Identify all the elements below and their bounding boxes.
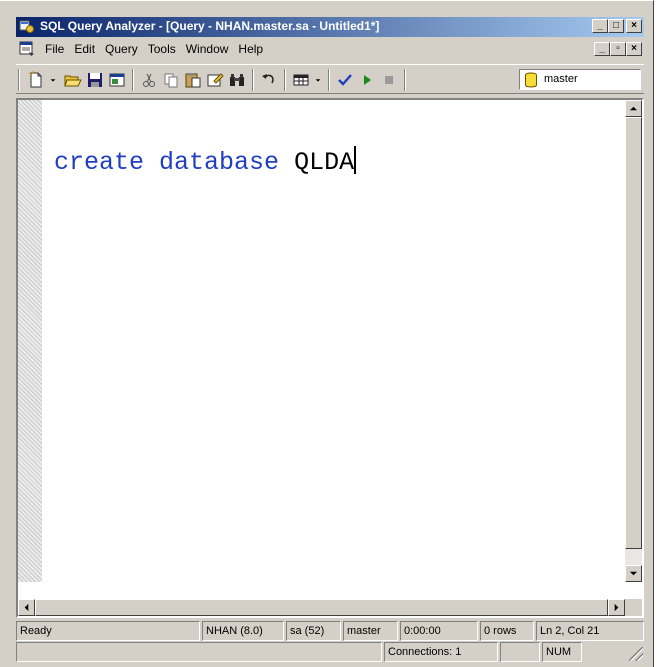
scissors-icon <box>143 73 155 87</box>
script-window-icon <box>109 73 125 87</box>
status-ready: Ready <box>16 621 200 641</box>
open-button[interactable] <box>62 69 84 91</box>
clear-window-button[interactable] <box>204 69 226 91</box>
maximize-button[interactable]: □ <box>608 19 624 33</box>
application-window: SQL Query Analyzer - [Query - NHAN.maste… <box>0 0 654 667</box>
title-bar[interactable]: SQL Query Analyzer - [Query - NHAN.maste… <box>16 17 644 37</box>
minimize-button[interactable]: _ <box>592 19 608 33</box>
child-restore-button[interactable]: ▫ <box>610 42 626 56</box>
binoculars-icon <box>230 74 244 86</box>
resize-grip-icon[interactable] <box>629 647 643 661</box>
app-status-bar: Connections: 1 NUM <box>16 642 644 662</box>
stop-icon <box>385 76 393 84</box>
query-editor-pane: create database QLDA <box>16 98 644 618</box>
status-row-count: 0 rows <box>480 621 534 641</box>
copy-button[interactable] <box>160 69 182 91</box>
load-script-button[interactable] <box>106 69 128 91</box>
toolbar-separator <box>252 69 254 91</box>
editor-gutter <box>18 100 42 582</box>
status-empty-pane <box>500 642 540 662</box>
parse-button[interactable] <box>334 69 356 91</box>
menu-window[interactable]: Window <box>181 42 234 56</box>
checkmark-icon <box>338 74 352 86</box>
arrow-down-icon <box>629 571 638 576</box>
results-grid-button[interactable] <box>290 69 312 91</box>
menu-edit[interactable]: Edit <box>69 42 100 56</box>
play-icon <box>364 75 371 85</box>
chevron-down-icon <box>50 79 56 82</box>
query-analyzer-icon <box>19 20 34 33</box>
status-server: NHAN (8.0) <box>202 621 284 641</box>
arrow-up-icon <box>629 106 638 111</box>
copy-icon <box>164 73 178 88</box>
sql-keyword: create database <box>54 148 280 177</box>
undo-arrow-icon <box>262 74 274 84</box>
menu-help[interactable]: Help <box>233 42 268 56</box>
database-selector-value: master <box>544 73 578 85</box>
status-num-lock: NUM <box>542 642 582 662</box>
chevron-down-icon <box>315 79 321 82</box>
cancel-execution-button[interactable] <box>378 69 400 91</box>
sql-editor[interactable]: create database QLDA <box>54 146 357 177</box>
execute-button[interactable] <box>356 69 378 91</box>
database-cylinder-icon <box>525 72 537 88</box>
status-resize-area[interactable] <box>584 642 644 662</box>
status-empty-pane <box>16 642 382 662</box>
toolbar-grip[interactable] <box>18 69 20 91</box>
status-cursor-position: Ln 2, Col 21 <box>536 621 644 641</box>
open-folder-icon <box>64 75 82 87</box>
status-user: sa (52) <box>286 621 341 641</box>
new-query-button[interactable] <box>25 69 47 91</box>
toolbar-separator <box>404 69 406 91</box>
eraser-icon <box>207 73 224 87</box>
toolbar-separator <box>284 69 286 91</box>
find-button[interactable] <box>226 69 248 91</box>
status-elapsed-time: 0:00:00 <box>400 621 478 641</box>
save-button[interactable] <box>84 69 106 91</box>
horizontal-scrollbar[interactable] <box>18 599 625 616</box>
status-database: master <box>343 621 398 641</box>
scroll-left-button[interactable] <box>18 599 35 616</box>
query-status-bar: Ready NHAN (8.0) sa (52) master 0:00:00 … <box>16 621 644 641</box>
vertical-scroll-thumb[interactable] <box>625 117 642 549</box>
vertical-scrollbar[interactable] <box>625 100 642 582</box>
paste-button[interactable] <box>182 69 204 91</box>
toolbar-separator <box>328 69 330 91</box>
new-query-dropdown[interactable] <box>47 69 59 91</box>
clipboard-paste-icon <box>185 73 201 88</box>
window-title: SQL Query Analyzer - [Query - NHAN.maste… <box>40 19 380 33</box>
scrollbar-corner <box>625 599 642 616</box>
toolbar: master <box>16 64 644 94</box>
child-close-button[interactable]: × <box>626 42 642 56</box>
arrow-left-icon <box>24 603 29 612</box>
query-document-icon[interactable] <box>19 41 35 57</box>
undo-button[interactable] <box>258 69 280 91</box>
grid-table-icon <box>293 74 309 86</box>
save-disk-icon <box>88 73 102 87</box>
database-selector[interactable]: master <box>519 69 641 90</box>
menu-bar: File Edit Query Tools Window Help _ ▫ × <box>16 39 644 61</box>
scroll-right-button[interactable] <box>608 599 625 616</box>
toolbar-separator <box>132 69 134 91</box>
scroll-down-button[interactable] <box>625 565 642 582</box>
status-connections: Connections: 1 <box>384 642 498 662</box>
cut-button[interactable] <box>138 69 160 91</box>
menu-tools[interactable]: Tools <box>143 42 181 56</box>
arrow-right-icon <box>614 603 619 612</box>
scroll-up-button[interactable] <box>625 100 642 117</box>
results-mode-dropdown[interactable] <box>312 69 324 91</box>
menu-file[interactable]: File <box>40 42 69 56</box>
menu-query[interactable]: Query <box>100 42 143 56</box>
horizontal-scroll-thumb[interactable] <box>35 599 608 616</box>
close-button[interactable]: × <box>626 19 642 33</box>
sql-identifier: QLDA <box>294 148 355 177</box>
text-caret <box>354 146 357 174</box>
child-minimize-button[interactable]: _ <box>594 42 610 56</box>
new-query-icon <box>28 71 42 88</box>
